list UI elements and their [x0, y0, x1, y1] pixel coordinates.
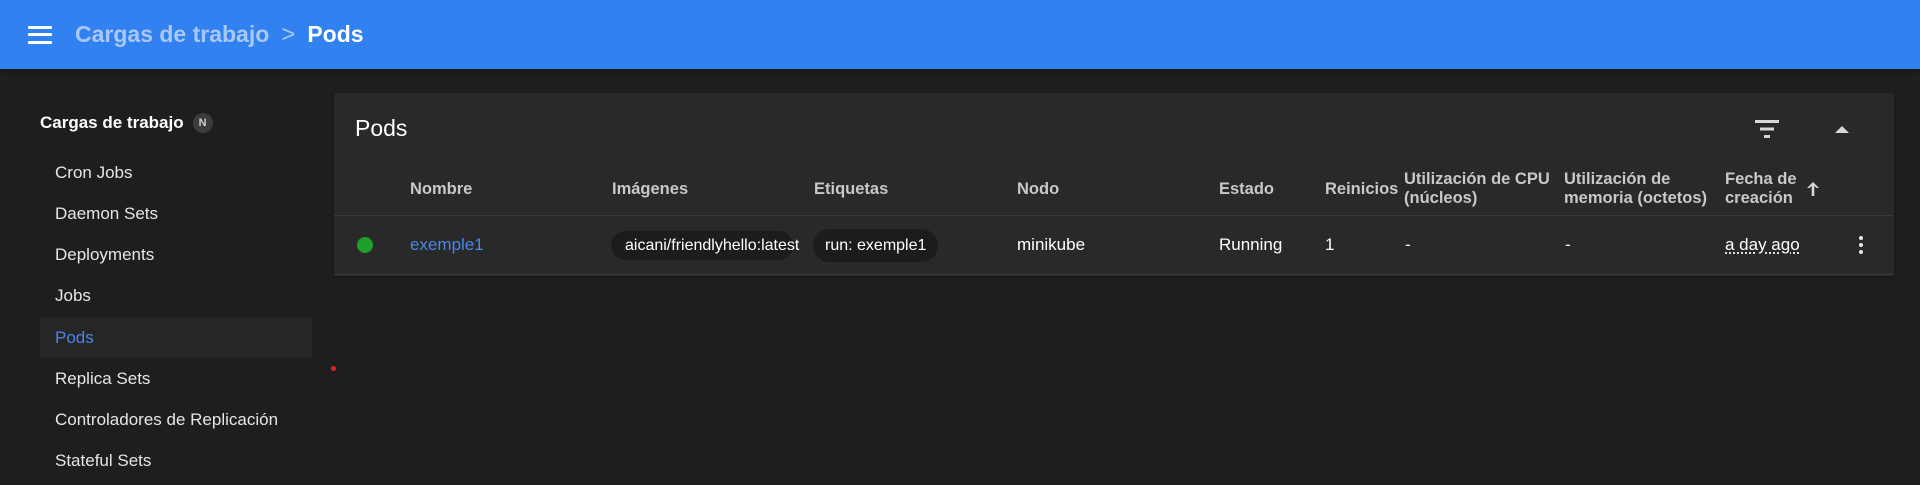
sidebar-item-deployments[interactable]: Deployments	[40, 234, 312, 275]
top-toolbar: Cargas de trabajo > Pods	[0, 0, 1920, 69]
label-chip: run: exemple1	[813, 228, 939, 262]
running-status-icon	[357, 237, 373, 253]
image-chip: aicani/friendlyhello:latest	[611, 230, 799, 260]
sidebar-item-jobs[interactable]: Jobs	[40, 275, 312, 316]
actions-cell	[1849, 216, 1873, 274]
created-age: a day ago	[1725, 235, 1800, 254]
restarts-cell: 1	[1325, 235, 1335, 254]
column-header-status[interactable]: Estado	[1219, 167, 1274, 211]
sidebar-item-daemon-sets[interactable]: Daemon Sets	[40, 193, 312, 234]
column-header-cpu[interactable]: Utilización de CPU (núcleos)	[1404, 167, 1554, 211]
column-header-images: Imágenes	[612, 179, 689, 198]
filter-icon[interactable]	[1752, 118, 1782, 140]
node-cell: minikube	[1017, 235, 1086, 254]
sidebar-item-stateful-sets[interactable]: Stateful Sets	[40, 440, 312, 481]
status-cell	[357, 216, 373, 274]
column-header-node[interactable]: Nodo	[1017, 167, 1059, 211]
arrow-up-icon[interactable]	[1805, 180, 1821, 198]
image-cell: aicani/friendlyhello:latest	[611, 216, 799, 274]
sidebar-item-replication-controllers[interactable]: Controladores de Replicación	[40, 399, 312, 440]
sidebar-item-cron-jobs[interactable]: Cron Jobs	[40, 152, 312, 193]
namespace-badge: N	[192, 113, 213, 133]
collapse-icon[interactable]	[1831, 118, 1853, 140]
status-text-cell: Running	[1219, 235, 1283, 254]
breadcrumb-current: Pods	[307, 21, 364, 47]
pod-name-link[interactable]: exemple1	[410, 235, 484, 255]
created-cell: a day ago	[1725, 216, 1800, 274]
column-header-created[interactable]: Fecha de creación	[1725, 167, 1805, 211]
more-vert-icon[interactable]	[1849, 233, 1873, 257]
sidebar-section-header: Cargas de trabajo N	[40, 113, 213, 133]
breadcrumb-parent-link[interactable]: Cargas de trabajo	[75, 21, 269, 48]
pod-name-cell: exemple1	[410, 216, 484, 274]
cursor-dot	[331, 366, 336, 371]
sidebar-item-pods[interactable]: Pods	[40, 317, 312, 358]
menu-icon[interactable]	[28, 25, 52, 44]
card-title: Pods	[355, 115, 408, 141]
column-header-labels: Etiquetas	[814, 179, 889, 198]
sidebar: Cargas de trabajo N Cron Jobs Daemon Set…	[0, 69, 320, 485]
labels-cell: run: exemple1	[813, 216, 939, 274]
memory-cell: -	[1565, 235, 1571, 254]
sidebar-section-title: Cargas de trabajo	[40, 113, 184, 132]
breadcrumb: Cargas de trabajo > Pods	[75, 21, 364, 49]
column-header-restarts[interactable]: Reinicios	[1325, 167, 1398, 211]
column-header-name[interactable]: Nombre	[410, 167, 472, 211]
cpu-cell: -	[1405, 235, 1411, 254]
pods-card: Pods Nombre Imágenes Etiquetas Nodo Esta…	[334, 93, 1894, 276]
sidebar-item-replica-sets[interactable]: Replica Sets	[40, 358, 312, 399]
column-header-memory[interactable]: Utilización de memoria (octetos)	[1564, 167, 1714, 211]
chevron-right-icon: >	[281, 20, 296, 48]
table-row: exemple1 aicani/friendlyhello:latest run…	[334, 215, 1894, 275]
